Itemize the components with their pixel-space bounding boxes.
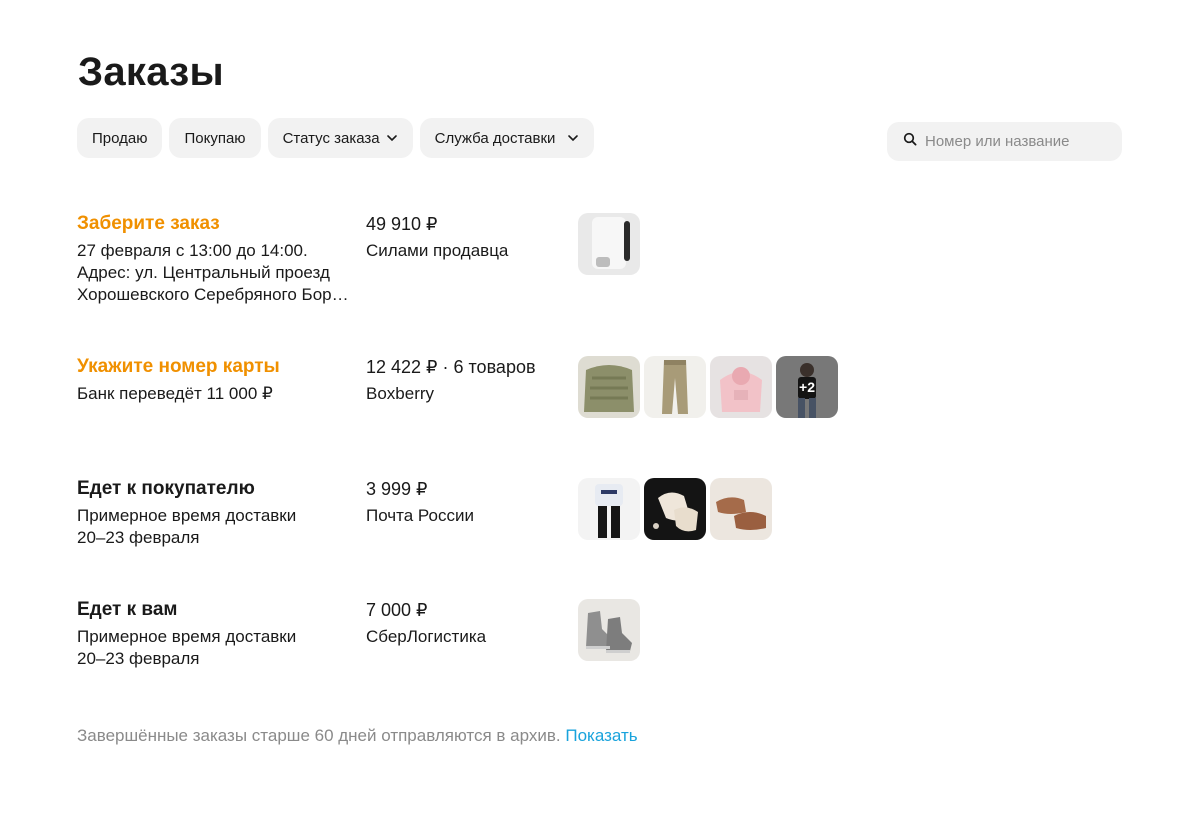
- order-detail: 20–23 февраля: [77, 528, 200, 547]
- order-status[interactable]: Укажите номер карты: [77, 354, 357, 380]
- filter-delivery-label: Служба доставки: [434, 129, 556, 147]
- search-icon: [903, 132, 917, 151]
- product-thumbnail-more[interactable]: +2: [776, 356, 838, 418]
- archive-note-text: Завершённые заказы старше 60 дней отправ…: [77, 726, 561, 745]
- product-thumbnail[interactable]: [710, 356, 772, 418]
- order-price-column: 7 000 ₽ СберЛогистика: [366, 597, 566, 651]
- order-carrier: Почта России: [366, 506, 474, 525]
- product-thumbnail[interactable]: [578, 478, 640, 540]
- order-status[interactable]: Заберите заказ: [77, 211, 357, 237]
- order-thumbnails: +2: [578, 356, 838, 418]
- product-thumbnail[interactable]: [710, 478, 772, 540]
- order-status-column: Едет к покупателю Примерное время достав…: [77, 476, 357, 549]
- show-archive-link[interactable]: Показать: [565, 726, 637, 745]
- order-price-column: 49 910 ₽ Силами продавца: [366, 211, 566, 265]
- order-thumbnails: [578, 478, 772, 540]
- order-price: 49 910 ₽: [366, 214, 438, 234]
- order-detail: Примерное время доставки: [77, 506, 297, 525]
- page-title: Заказы: [78, 50, 224, 94]
- order-status-column: Заберите заказ 27 февраля с 13:00 до 14:…: [77, 211, 357, 306]
- filter-buy-chip[interactable]: Покупаю: [169, 118, 261, 158]
- order-detail: Адрес: ул. Центральный проезд: [77, 263, 330, 282]
- order-carrier: СберЛогистика: [366, 627, 487, 646]
- chevron-down-icon: [386, 132, 398, 144]
- filter-sell-chip[interactable]: Продаю: [77, 118, 163, 158]
- order-thumbnails: [578, 599, 640, 661]
- filter-delivery-dropdown[interactable]: Служба доставки: [419, 118, 595, 158]
- filter-bar: Продаю Покупаю Статус заказа Служба дост…: [77, 118, 595, 158]
- order-detail: 20–23 февраля: [77, 649, 200, 668]
- order-detail: Примерное время доставки: [77, 627, 297, 646]
- order-status-column: Укажите номер карты Банк переведёт 11 00…: [77, 354, 357, 405]
- order-detail: Хорошевского Серебряного Бор…: [77, 285, 349, 304]
- filter-status-label: Статус заказа: [282, 129, 380, 147]
- more-items-count: +2: [776, 356, 838, 418]
- search-box[interactable]: [887, 122, 1122, 161]
- archive-note: Завершённые заказы старше 60 дней отправ…: [77, 726, 638, 746]
- filter-status-dropdown[interactable]: Статус заказа: [267, 118, 413, 158]
- order-price: 7 000 ₽: [366, 600, 428, 620]
- product-thumbnail[interactable]: [644, 478, 706, 540]
- product-thumbnail[interactable]: [644, 356, 706, 418]
- order-detail: Банк переведёт 11 000 ₽: [77, 384, 273, 403]
- order-status[interactable]: Едет к покупателю: [77, 476, 357, 502]
- search-input[interactable]: [925, 133, 1115, 150]
- order-thumbnails: [578, 213, 640, 275]
- chevron-down-icon: [567, 132, 579, 144]
- order-status[interactable]: Едет к вам: [77, 597, 357, 623]
- filter-buy-label: Покупаю: [184, 129, 246, 147]
- order-detail: 27 февраля с 13:00 до 14:00.: [77, 241, 308, 260]
- order-price-column: 12 422 ₽ · 6 товаров Boxberry: [366, 354, 566, 408]
- product-thumbnail[interactable]: [578, 356, 640, 418]
- order-carrier: Boxberry: [366, 384, 435, 403]
- order-price: 12 422 ₽ · 6 товаров: [366, 357, 536, 377]
- order-status-column: Едет к вам Примерное время доставки 20–2…: [77, 597, 357, 670]
- order-carrier: Силами продавца: [366, 241, 509, 260]
- product-thumbnail[interactable]: [578, 599, 640, 661]
- order-price: 3 999 ₽: [366, 479, 428, 499]
- product-thumbnail[interactable]: [578, 213, 640, 275]
- order-price-column: 3 999 ₽ Почта России: [366, 476, 566, 530]
- filter-sell-label: Продаю: [92, 129, 148, 147]
